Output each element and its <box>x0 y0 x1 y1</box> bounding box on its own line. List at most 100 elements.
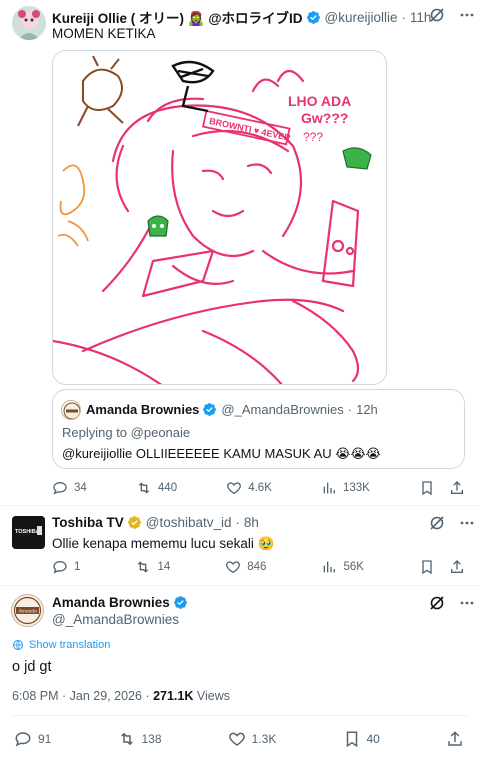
bookmark-count: 40 <box>366 732 380 746</box>
tweet-meta: 6:08 PM · Jan 29, 2026 · 271.1K Views <box>12 689 230 703</box>
meme-drawing: BROWNTI ♥ 4EVER LHO ADA Gw??? ??? <box>53 55 372 384</box>
repost-icon <box>138 561 149 573</box>
bookmark-icon[interactable] <box>419 480 435 496</box>
black-scribble <box>171 60 215 113</box>
grok-icon[interactable] <box>429 595 445 611</box>
reply-button[interactable]: 34 <box>52 480 87 496</box>
share-icon[interactable] <box>449 480 465 496</box>
verified-gold-badge-icon <box>127 516 141 529</box>
views-label: Views <box>193 689 230 703</box>
avatar[interactable]: TOSHIBA <box>12 516 45 549</box>
repost-button[interactable]: 440 <box>136 480 177 496</box>
reply-icon <box>53 560 67 574</box>
reply-icon <box>15 732 31 747</box>
avatar[interactable]: Amanda <box>11 594 44 627</box>
tweet-actions: 34 440 4.6K 133K <box>52 480 465 496</box>
avatar-logo-text: Amanda <box>18 609 38 615</box>
repost-icon <box>138 482 150 494</box>
tweet-kureiji-ollie[interactable]: Kureiji Ollie ( オリー) 🧟‍♀️ @ホロライブID @kure… <box>0 0 480 505</box>
reply-count: 91 <box>38 732 52 746</box>
tweet-actions: 1 14 846 56K <box>52 559 465 575</box>
author-name[interactable]: Kureiji Ollie ( オリー) 🧟‍♀️ @ホロライブID <box>52 7 303 27</box>
analytics-icon <box>323 482 335 494</box>
like-count: 4.6K <box>248 482 272 494</box>
tweet-toshiba-tv[interactable]: TOSHIBA Toshiba TV @toshibatv_id · 8h Ol… <box>0 505 480 585</box>
extra-actions <box>419 480 465 496</box>
author-handle[interactable]: @toshibatv_id <box>146 515 232 530</box>
timestamp[interactable]: 6:08 PM · Jan 29, 2026 · <box>12 689 153 703</box>
divider <box>12 715 468 716</box>
views-count: 133K <box>342 482 370 494</box>
more-options-icon[interactable] <box>459 515 475 531</box>
main-tweet: Amanda Amanda Brownies @_AmandaBrownies … <box>0 585 480 767</box>
avatar-logo-text: TOSHIBA <box>15 529 40 535</box>
share-icon <box>448 731 462 746</box>
reply-icon <box>53 481 67 495</box>
verified-badge-icon <box>203 403 217 416</box>
quote-author-handle[interactable]: @_AmandaBrownies <box>221 402 343 417</box>
views-button[interactable]: 133K <box>321 480 370 496</box>
repost-count: 440 <box>157 482 178 494</box>
more-options-icon[interactable] <box>459 7 475 23</box>
separator-dot: · <box>235 515 240 530</box>
main-tweet-actions: 91 138 1.3K 40 <box>14 730 464 748</box>
share-button[interactable] <box>446 730 464 748</box>
tweet-image[interactable]: BROWNTI ♥ 4EVER LHO ADA Gw??? ??? <box>52 50 387 385</box>
grok-icon[interactable] <box>429 7 445 23</box>
show-translation-label: Show translation <box>29 639 111 651</box>
repost-count: 14 <box>157 561 171 573</box>
repost-button[interactable]: 138 <box>118 730 162 748</box>
quote-author-name[interactable]: Amanda Brownies <box>86 402 199 417</box>
bookmark-button[interactable]: 40 <box>343 730 380 748</box>
quote-text: @kureijiollie OLLIIEEEEEE KAMU MASUK AU … <box>62 446 381 461</box>
views-count[interactable]: 271.1K <box>153 689 193 703</box>
show-translation-link[interactable]: Show translation <box>12 639 110 651</box>
author-handle[interactable]: @kureijiollie <box>325 10 398 25</box>
separator-dot: · <box>347 402 353 417</box>
author-name[interactable]: Amanda Brownies <box>52 595 170 610</box>
avatar[interactable] <box>12 6 46 40</box>
heart-icon <box>227 482 242 495</box>
tweet-text: MOMEN KETIKA <box>52 26 156 41</box>
bookmark-icon[interactable] <box>419 559 435 575</box>
more-options-icon[interactable] <box>459 595 475 611</box>
heart-icon <box>228 732 245 746</box>
reply-button[interactable]: 91 <box>14 730 51 748</box>
analytics-icon <box>324 561 336 573</box>
grok-icon[interactable] <box>429 515 445 531</box>
bookmark-icon <box>346 731 357 748</box>
reply-button[interactable]: 1 <box>52 559 80 575</box>
repost-icon <box>120 732 133 746</box>
question-marks-text: ??? <box>303 130 323 144</box>
speech-text-2: Gw??? <box>301 110 348 126</box>
author-name[interactable]: Toshiba TV <box>52 515 124 530</box>
views-button[interactable]: 56K <box>321 559 364 575</box>
quote-time[interactable]: 12h <box>356 402 378 417</box>
quoted-tweet[interactable]: Amanda Brownies @_AmandaBrownies · 12h R… <box>52 389 465 469</box>
like-count: 846 <box>247 561 267 573</box>
verified-badge-icon <box>306 10 320 24</box>
like-button[interactable]: 846 <box>225 559 266 575</box>
green-slime-doodle <box>147 147 372 237</box>
speech-text: LHO ADA <box>288 93 351 109</box>
like-count: 1.3K <box>251 732 277 746</box>
extra-actions <box>419 559 465 575</box>
like-button[interactable]: 4.6K <box>226 480 272 496</box>
brown-doodle <box>77 55 124 127</box>
verified-badge-icon <box>173 596 187 609</box>
replying-to-link[interactable]: @peonaie <box>131 425 190 440</box>
repost-button[interactable]: 14 <box>135 559 170 575</box>
quote-avatar[interactable] <box>61 400 81 420</box>
orange-doodle <box>57 164 89 247</box>
author-handle[interactable]: @_AmandaBrownies <box>52 612 179 627</box>
views-count: 56K <box>343 561 364 573</box>
reply-count: 34 <box>74 482 87 494</box>
tweet-text: Ollie kenapa mememu lucu sekali 🥹 <box>52 536 275 551</box>
like-button[interactable]: 1.3K <box>228 730 277 748</box>
tweet-text: o jd gt <box>12 659 52 675</box>
share-icon[interactable] <box>449 559 465 575</box>
repost-count: 138 <box>141 732 162 746</box>
heart-icon <box>226 561 241 574</box>
reply-count: 1 <box>74 561 81 573</box>
tweet-time[interactable]: 8h <box>244 515 259 530</box>
